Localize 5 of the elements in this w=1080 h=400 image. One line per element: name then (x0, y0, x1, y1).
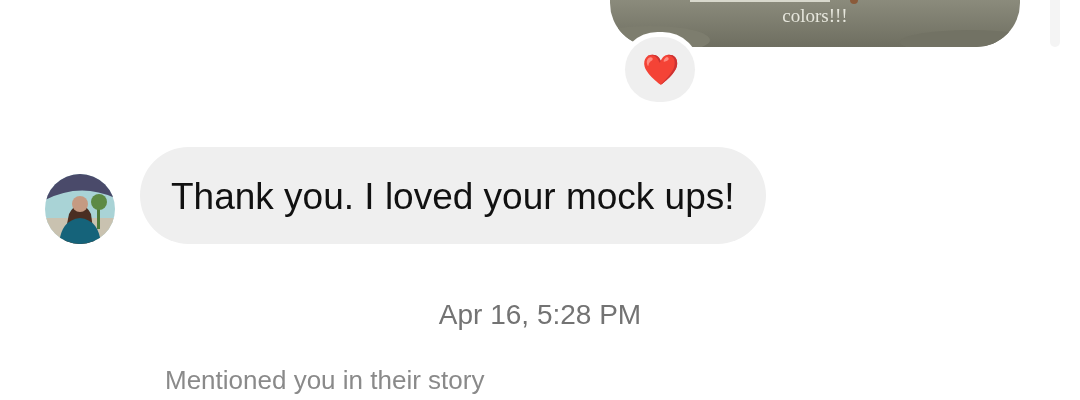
message-text: Mentioned you in their story (165, 365, 485, 395)
message-bubble[interactable]: Thank you. I loved your mock ups! (140, 147, 766, 244)
timestamp: Apr 16, 5:28 PM (438, 299, 642, 330)
story-caption: colors!!! (782, 5, 848, 27)
story-preview[interactable]: colors!!! (610, 0, 1020, 47)
